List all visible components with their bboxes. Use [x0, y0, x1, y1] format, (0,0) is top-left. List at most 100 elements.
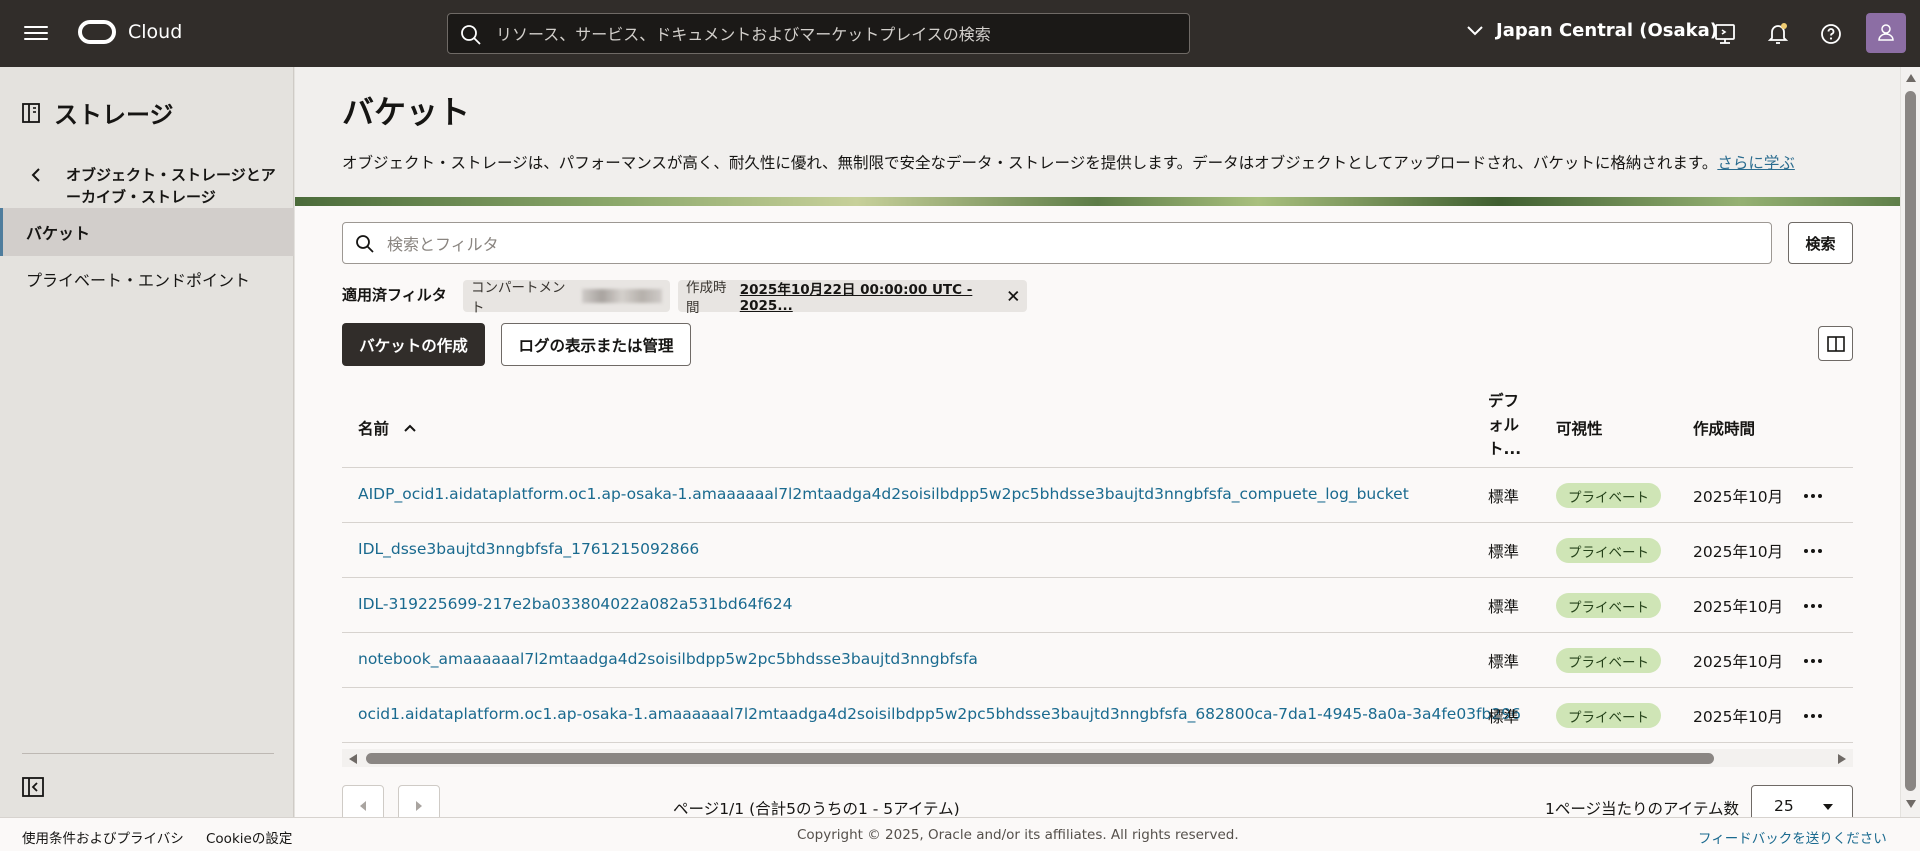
search-button[interactable]: 検索: [1788, 222, 1853, 264]
search-filter-field[interactable]: [342, 222, 1772, 264]
create-bucket-button[interactable]: バケットの作成: [342, 323, 485, 366]
created-time: 2025年10月: [1693, 598, 1784, 616]
previous-page-button[interactable]: [342, 785, 384, 817]
storage-tier: 標準: [1488, 708, 1520, 726]
more-options-icon: [1804, 494, 1822, 498]
more-options-icon: [1804, 549, 1822, 553]
created-time: 2025年10月: [1693, 488, 1784, 506]
view-logs-button[interactable]: ログの表示または管理: [501, 323, 691, 366]
chevron-right-icon: [416, 801, 422, 811]
more-options-icon: [1804, 659, 1822, 663]
column-settings-button[interactable]: [1818, 326, 1853, 361]
learn-more-link[interactable]: さらに学ぶ: [1717, 154, 1795, 172]
cookie-settings-link[interactable]: Cookieの設定: [206, 827, 292, 847]
scroll-left-icon[interactable]: [348, 753, 358, 765]
sidebar-item-private-endpoints[interactable]: プライベート・エンドポイント: [0, 255, 294, 303]
scroll-down-icon[interactable]: [1905, 799, 1917, 809]
user-icon: [1878, 24, 1894, 41]
table-row: AIDP_ocid1.aidataplatform.oc1.ap-osaka-1…: [342, 468, 1853, 523]
sidebar-divider: [22, 753, 274, 754]
chip-time-label: 作成時間: [686, 280, 727, 316]
column-header-visibility[interactable]: 可視性: [1556, 417, 1603, 439]
storage-tier: 標準: [1488, 598, 1520, 616]
global-search-input[interactable]: [496, 22, 1176, 46]
table-header: 名前 デフォルト... 可視性 作成時間: [342, 385, 1853, 468]
created-time: 2025年10月: [1693, 708, 1784, 726]
sidebar-title: ストレージ: [54, 101, 174, 129]
visibility-badge: プライベート: [1556, 593, 1661, 618]
cloud-shell-icon[interactable]: [1713, 22, 1737, 46]
row-actions-menu[interactable]: [1798, 647, 1828, 675]
close-icon[interactable]: [1008, 290, 1019, 302]
storage-tier: 標準: [1488, 653, 1520, 671]
search-filter-input[interactable]: [387, 233, 1757, 255]
filter-chip-created-time[interactable]: 作成時間 2025年10月22日 00:00:00 UTC - 2025...: [678, 278, 1027, 316]
sidebar-header: ストレージ: [22, 95, 174, 130]
table-row: notebook_amaaaaaal7l2mtaadga4d2soisilbdp…: [342, 633, 1853, 688]
user-avatar[interactable]: [1866, 13, 1906, 53]
visibility-badge: プライベート: [1556, 648, 1661, 673]
created-time: 2025年10月: [1693, 543, 1784, 561]
page-title: バケット: [342, 93, 471, 131]
table-row: IDL_dsse3baujtd3nngbfsfa_1761215092866 標準…: [342, 523, 1853, 578]
help-icon[interactable]: [1819, 22, 1843, 46]
menu-icon[interactable]: [24, 22, 48, 42]
per-page-label: 1ページ当たりのアイテム数: [1545, 800, 1740, 817]
column-header-default-tier[interactable]: デフォルト...: [1488, 389, 1522, 461]
brand-label[interactable]: Cloud: [128, 21, 182, 43]
storage-tier: 標準: [1488, 543, 1520, 561]
sort-ascending-icon: [404, 424, 416, 432]
feedback-link[interactable]: フィードバックを送りください: [1698, 827, 1887, 847]
decorative-banner: [295, 197, 1900, 206]
buckets-table: 名前 デフォルト... 可視性 作成時間 AIDP_ocid1.aidatapl…: [342, 385, 1853, 743]
collapse-sidebar-icon[interactable]: [22, 777, 44, 797]
vertical-scrollbar[interactable]: [1901, 67, 1920, 817]
row-actions-menu[interactable]: [1798, 592, 1828, 620]
top-bar: Cloud Japan Central (Osaka): [0, 0, 1920, 67]
name-header-label: 名前: [358, 420, 390, 438]
back-chevron-icon[interactable]: [30, 165, 42, 185]
scroll-up-icon[interactable]: [1905, 73, 1917, 83]
terms-link[interactable]: 使用条件およびプライバシ: [22, 827, 184, 847]
table-row: ocid1.aidataplatform.oc1.ap-osaka-1.amaa…: [342, 688, 1853, 743]
bucket-name-link[interactable]: notebook_amaaaaaal7l2mtaadga4d2soisilbdp…: [358, 650, 978, 668]
bucket-name-link[interactable]: ocid1.aidataplatform.oc1.ap-osaka-1.amaa…: [358, 705, 1521, 723]
sidebar-parent-link[interactable]: オブジェクト・ストレージとアーカイブ・ストレージ: [66, 164, 286, 208]
visibility-badge: プライベート: [1556, 483, 1661, 508]
bucket-name-link[interactable]: IDL-319225699-217e2ba033804022a082a531bd…: [358, 595, 793, 613]
row-actions-menu[interactable]: [1798, 702, 1828, 730]
pagination-info: ページ1/1 (合計5のうちの1 - 5アイテム): [673, 800, 960, 817]
more-options-icon: [1804, 714, 1822, 718]
copyright-text: Copyright © 2025, Oracle and/or its affi…: [797, 827, 1239, 843]
next-page-button[interactable]: [398, 785, 440, 817]
region-selector[interactable]: Japan Central (Osaka): [1466, 20, 1718, 41]
filter-chip-compartment[interactable]: コンパートメント: [463, 280, 670, 316]
created-time: 2025年10月: [1693, 653, 1784, 671]
main-content: バケット オブジェクト・ストレージは、パフォーマンスが高く、耐久性に優れ、無制限…: [295, 67, 1900, 817]
visibility-badge: プライベート: [1556, 538, 1661, 563]
bucket-name-link[interactable]: IDL_dsse3baujtd3nngbfsfa_1761215092866: [358, 540, 699, 558]
global-search[interactable]: [447, 13, 1190, 54]
vertical-scroll-thumb[interactable]: [1905, 91, 1916, 791]
column-header-created[interactable]: 作成時間: [1693, 417, 1755, 439]
per-page-select[interactable]: 25: [1751, 785, 1853, 817]
caret-down-icon: [1823, 804, 1833, 810]
sidebar-item-buckets[interactable]: バケット: [0, 208, 294, 256]
chip-compartment-label: コンパートメント: [471, 280, 566, 316]
per-page-value: 25: [1774, 797, 1794, 815]
oracle-logo-icon[interactable]: [78, 20, 116, 44]
scroll-right-icon[interactable]: [1837, 753, 1847, 765]
chevron-down-icon: [1467, 25, 1483, 35]
column-header-name[interactable]: 名前: [358, 417, 417, 439]
row-actions-menu[interactable]: [1798, 537, 1828, 565]
row-actions-menu[interactable]: [1798, 482, 1828, 510]
notifications-bell-icon[interactable]: [1766, 22, 1790, 46]
horizontal-scrollbar[interactable]: [342, 749, 1853, 767]
chip-time-value[interactable]: 2025年10月22日 00:00:00 UTC - 2025...: [740, 278, 997, 314]
storage-icon: [22, 102, 40, 123]
more-options-icon: [1804, 604, 1822, 608]
horizontal-scroll-thumb[interactable]: [366, 753, 1714, 764]
bucket-name-link[interactable]: AIDP_ocid1.aidataplatform.oc1.ap-osaka-1…: [358, 485, 1409, 503]
visibility-badge: プライベート: [1556, 703, 1661, 728]
region-label: Japan Central (Osaka): [1496, 20, 1718, 41]
